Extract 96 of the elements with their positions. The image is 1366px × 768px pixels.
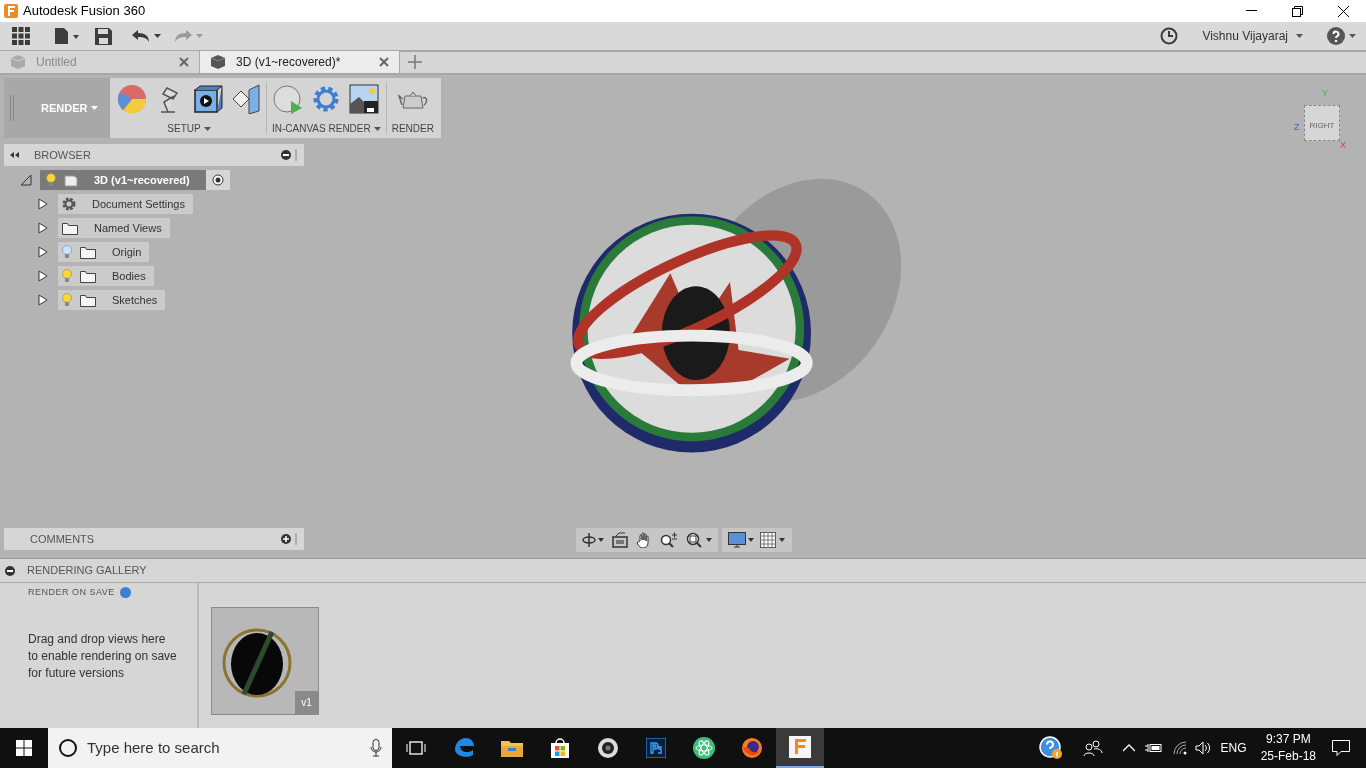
file-menu-icon[interactable] bbox=[55, 28, 81, 44]
image-save-icon[interactable] bbox=[349, 84, 380, 114]
caret-icon bbox=[373, 126, 381, 131]
caret-icon bbox=[1349, 34, 1356, 38]
axis-label: Z bbox=[1294, 123, 1300, 132]
help-icon[interactable] bbox=[119, 587, 131, 599]
browser-header[interactable]: BROWSER bbox=[4, 144, 304, 166]
expand-triangle-icon[interactable] bbox=[38, 270, 48, 282]
activate-radio[interactable] bbox=[206, 170, 230, 190]
browser-item[interactable]: Named Views bbox=[58, 218, 170, 238]
minimize-button[interactable] bbox=[1245, 10, 1257, 12]
app-logo-icon bbox=[4, 4, 18, 18]
folder-icon bbox=[62, 221, 78, 235]
look-at-icon[interactable] bbox=[612, 532, 628, 548]
cube-icon bbox=[10, 54, 26, 70]
people-icon[interactable] bbox=[1082, 740, 1103, 756]
panel-title: RENDERING GALLERY bbox=[27, 563, 147, 579]
help-menu[interactable] bbox=[1327, 27, 1356, 45]
cube-icon bbox=[210, 54, 226, 70]
caret-icon bbox=[1296, 34, 1303, 38]
language-indicator[interactable]: ENG bbox=[1220, 739, 1247, 757]
grid-menu-icon[interactable] bbox=[12, 27, 30, 45]
zoom-window-icon[interactable] bbox=[686, 532, 712, 548]
close-icon[interactable] bbox=[379, 57, 389, 67]
taskbar-search-field[interactable]: Type here to search bbox=[48, 728, 392, 768]
ribbon-group-label[interactable]: SETUP bbox=[167, 121, 211, 138]
grid-settings-icon[interactable] bbox=[760, 532, 786, 548]
search-input[interactable]: Type here to search bbox=[87, 736, 370, 760]
caret-icon bbox=[91, 106, 99, 110]
minus-circle-icon[interactable] bbox=[5, 565, 15, 576]
restore-button[interactable] bbox=[1291, 5, 1303, 17]
document-tab[interactable]: 3D (v1~recovered)* bbox=[200, 51, 400, 73]
texture-cube-icon[interactable] bbox=[193, 84, 223, 114]
display-settings-icon[interactable] bbox=[728, 532, 754, 548]
search-icon bbox=[58, 738, 78, 758]
ribbon-group-label[interactable]: IN-CANVAS RENDER bbox=[272, 121, 381, 138]
minus-circle-icon[interactable] bbox=[281, 150, 291, 160]
grip-icon bbox=[10, 95, 15, 121]
axis-label: X bbox=[1340, 141, 1346, 150]
view-cube[interactable]: RIGHT bbox=[1304, 105, 1340, 141]
decal-icon[interactable] bbox=[231, 84, 261, 114]
collapse-triangle-icon[interactable] bbox=[20, 174, 32, 186]
folder-icon bbox=[80, 269, 96, 283]
help-badge-icon[interactable] bbox=[1038, 736, 1063, 760]
browser-item[interactable]: Sketches bbox=[58, 290, 166, 310]
section-label: RENDER ON SAVE bbox=[28, 586, 115, 599]
grip-icon bbox=[295, 533, 298, 545]
close-icon[interactable] bbox=[179, 57, 189, 67]
wifi-icon[interactable] bbox=[1172, 741, 1189, 755]
microphone-icon[interactable] bbox=[370, 739, 382, 757]
axis-label: Y bbox=[1322, 89, 1328, 98]
browser-item[interactable]: Document Settings bbox=[58, 194, 193, 214]
grip-icon bbox=[295, 149, 298, 161]
windows-logo-icon bbox=[16, 740, 32, 756]
folder-icon bbox=[80, 293, 96, 307]
help-icon bbox=[1327, 27, 1345, 45]
task-view-icon[interactable] bbox=[406, 740, 426, 756]
panel-title: BROWSER bbox=[34, 147, 91, 163]
comments-header[interactable]: COMMENTS bbox=[4, 528, 304, 550]
clock[interactable]: 9:37 PM 25-Feb-18 bbox=[1260, 731, 1316, 765]
pan-hand-icon[interactable] bbox=[636, 532, 652, 548]
expand-triangle-icon[interactable] bbox=[38, 294, 48, 306]
browser-item[interactable]: Bodies bbox=[58, 266, 154, 286]
notifications-icon[interactable] bbox=[1332, 740, 1350, 756]
orbit-icon[interactable] bbox=[582, 532, 604, 548]
speaker-icon[interactable] bbox=[1194, 741, 1211, 755]
gallery-header[interactable]: RENDERING GALLERY bbox=[0, 559, 1366, 583]
fusion-app-icon[interactable] bbox=[776, 728, 824, 768]
render-sphere-play-icon[interactable] bbox=[273, 84, 304, 114]
folder-icon bbox=[80, 245, 96, 259]
expand-triangle-icon[interactable] bbox=[38, 246, 48, 258]
ribbon-group-label[interactable]: RENDER bbox=[391, 121, 434, 138]
cube-icon bbox=[64, 173, 78, 187]
save-icon[interactable] bbox=[95, 27, 112, 45]
zoom-icon[interactable] bbox=[660, 532, 678, 548]
expand-triangle-icon[interactable] bbox=[38, 198, 48, 210]
gear-icon bbox=[62, 197, 76, 211]
hint-text: Drag and drop views here to enable rendering on save for future versions bbox=[28, 630, 178, 682]
history-clock-icon[interactable] bbox=[1160, 27, 1179, 45]
lightbulb-icon[interactable] bbox=[46, 173, 56, 187]
expand-triangle-icon[interactable] bbox=[38, 222, 48, 234]
collapse-icon bbox=[10, 152, 20, 158]
battery-icon[interactable] bbox=[1144, 742, 1163, 754]
window-title: Autodesk Fusion 360 bbox=[23, 2, 146, 21]
browser-root-item[interactable]: 3D (v1~recovered) bbox=[40, 170, 206, 190]
rendered-sphere-drawing bbox=[222, 628, 292, 698]
lightbulb-icon[interactable] bbox=[62, 245, 72, 259]
version-label: v1 bbox=[295, 691, 318, 714]
browser-item[interactable]: Origin bbox=[58, 242, 150, 262]
user-menu[interactable]: Vishnu Vijayaraj bbox=[1202, 27, 1303, 45]
undo-icon[interactable] bbox=[132, 29, 162, 43]
close-button[interactable] bbox=[1337, 5, 1349, 17]
caret-icon bbox=[203, 126, 211, 131]
panel-title: COMMENTS bbox=[30, 531, 95, 547]
chevron-up-icon[interactable] bbox=[1122, 744, 1135, 752]
plus-circle-icon[interactable] bbox=[281, 534, 291, 544]
